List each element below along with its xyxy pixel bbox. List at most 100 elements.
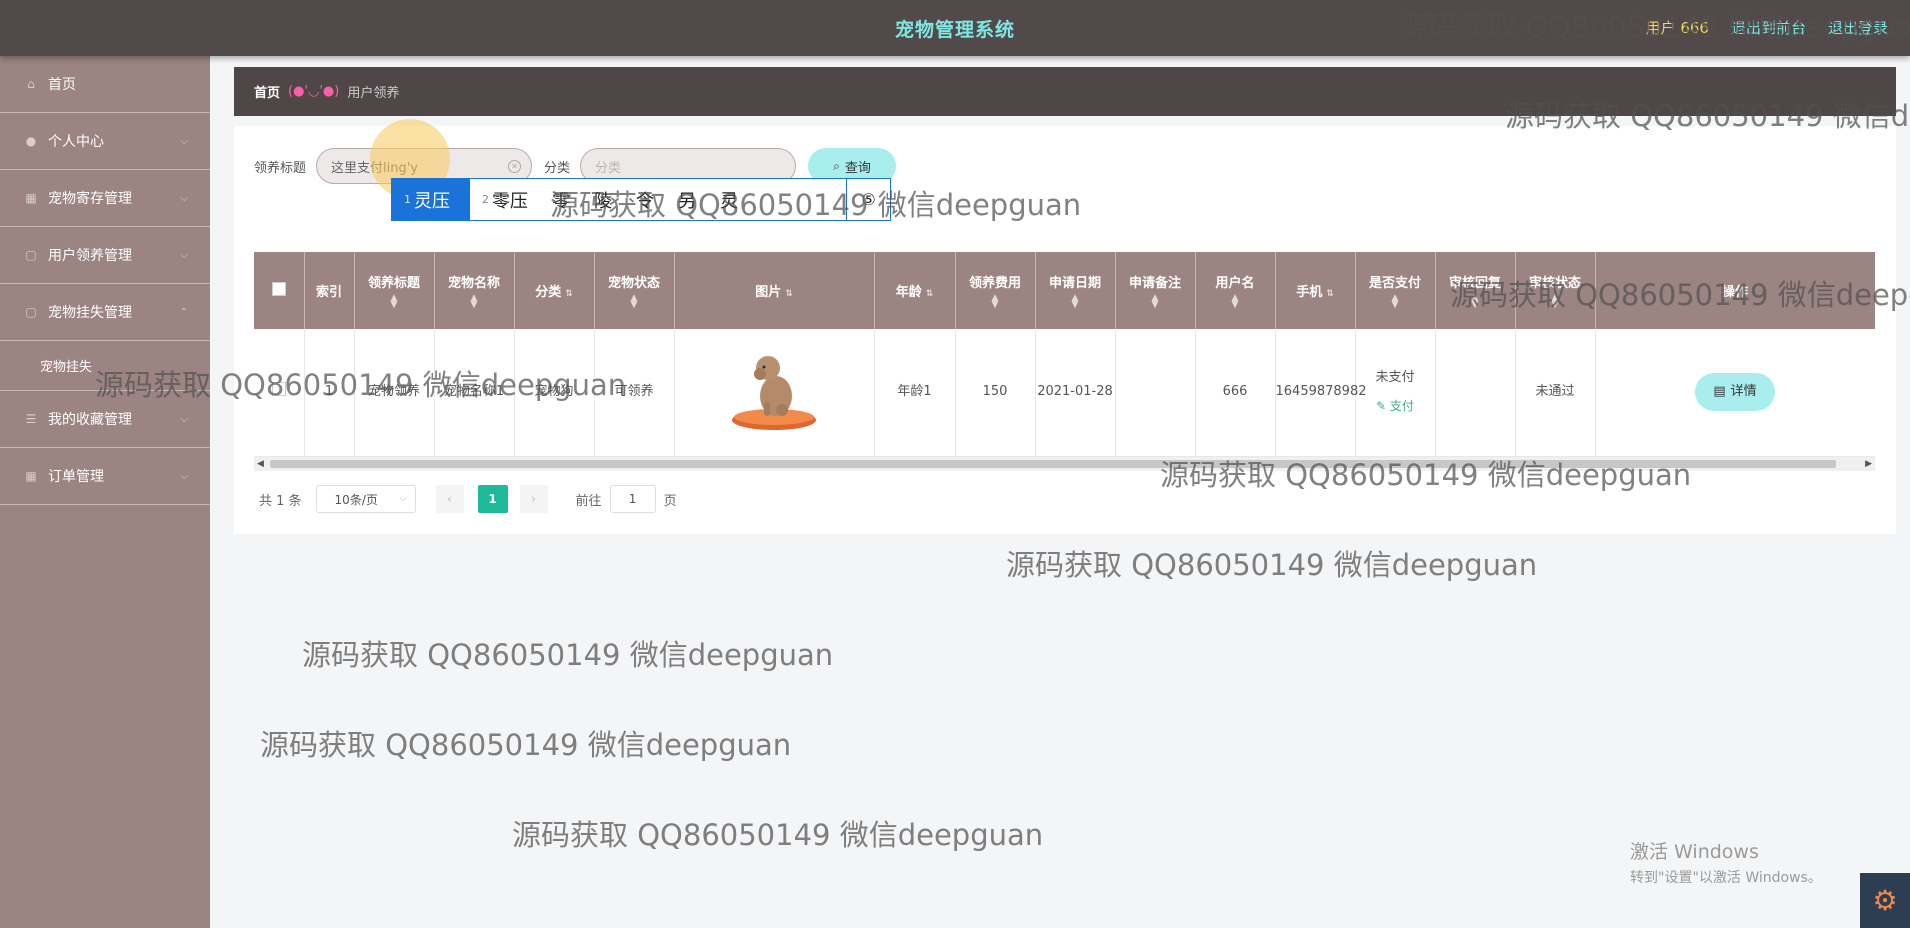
- windows-activation-notice: 激活 Windows 转到"设置"以激活 Windows。: [1630, 837, 1822, 887]
- windows-activation-hint: 转到"设置"以激活 Windows。: [1630, 870, 1822, 886]
- cell-actions: ▤ 详情: [1595, 329, 1875, 457]
- breadcrumb: 首页 (●'◡'●) 用户领养: [234, 67, 1896, 116]
- next-page-button[interactable]: ›: [519, 485, 548, 513]
- sort-icon[interactable]: ▲ ▼: [1356, 294, 1435, 310]
- ime-candidate[interactable]: 陵: [582, 179, 624, 220]
- prev-page-button[interactable]: ‹: [435, 485, 464, 513]
- row-select-cell: [254, 329, 305, 457]
- sort-icon[interactable]: ▲ ▼: [595, 294, 674, 310]
- sort-icon[interactable]: ▲ ▼: [1036, 294, 1115, 310]
- pay-link[interactable]: ✎ 支付: [1356, 396, 1435, 416]
- sidebar-item-orders[interactable]: ▦ 订单管理 ⌵: [0, 448, 210, 505]
- sort-icon[interactable]: ⇅: [785, 289, 793, 299]
- sidebar-item-lost-pet[interactable]: ▢ 宠物挂失管理 ⌃: [0, 284, 210, 341]
- page-suffix: 页: [663, 493, 677, 509]
- sidebar-item-home[interactable]: ⌂ 首页: [0, 56, 210, 113]
- cell-date: 2021-01-28: [1035, 329, 1116, 457]
- sidebar-item-pet-storage[interactable]: ▦ 宠物寄存管理 ⌵: [0, 170, 210, 227]
- total-count: 共 1 条: [259, 493, 302, 509]
- sidebar-item-label: 订单管理: [48, 469, 104, 485]
- cell-phone: 16459878982: [1275, 329, 1366, 457]
- page-size-select[interactable]: 10条/页 ⌵: [315, 485, 416, 513]
- sidebar-item-label: 宠物挂失管理: [48, 305, 132, 321]
- sidebar-item-adoption[interactable]: ▢ 用户领养管理 ⌵: [0, 227, 210, 284]
- horizontal-scrollbar[interactable]: ◀ ▶: [254, 457, 1875, 471]
- sidebar-item-label: 用户领养管理: [48, 248, 132, 264]
- sidebar-item-favorites[interactable]: ☰ 我的收藏管理 ⌵: [0, 391, 210, 448]
- col-audit[interactable]: 审核状态 ▲ ▼: [1515, 252, 1596, 329]
- sort-icon[interactable]: ⇅: [926, 289, 934, 299]
- sort-icon[interactable]: ▲ ▼: [1516, 294, 1595, 310]
- cell-category: 宠物狗: [514, 329, 595, 457]
- sort-icon[interactable]: ▲ ▼: [956, 294, 1035, 310]
- page-number-current[interactable]: 1: [477, 485, 508, 513]
- chevron-down-icon: ⌵: [180, 470, 188, 482]
- sort-icon[interactable]: ⇅: [1326, 289, 1334, 299]
- cell-paid: 未支付 ✎ 支付: [1355, 329, 1436, 457]
- ime-candidate[interactable]: 灵: [708, 179, 750, 220]
- grid-icon: ▦: [25, 191, 37, 205]
- logout-link[interactable]: 退出登录: [1828, 17, 1888, 38]
- ime-candidate[interactable]: 2 零压: [470, 179, 540, 220]
- breadcrumb-current: 用户领养: [347, 86, 400, 101]
- sort-icon[interactable]: ▲ ▼: [1436, 294, 1515, 310]
- sort-icon[interactable]: ▲ ▼: [355, 294, 434, 310]
- watermark: 源码获取 QQ86050149 微信deepguan: [260, 728, 792, 762]
- row-checkbox[interactable]: [271, 381, 286, 396]
- search-icon: ⌕: [833, 158, 840, 173]
- col-category[interactable]: 分类 ⇅: [514, 252, 595, 329]
- chevron-down-icon: ⌵: [180, 249, 188, 261]
- col-reply[interactable]: 审核回复 ▲ ▼: [1435, 252, 1516, 329]
- cell-title: 宠物领养: [354, 329, 435, 457]
- ime-candidate[interactable]: 另: [666, 179, 708, 220]
- cell-age: 年龄1: [874, 329, 956, 457]
- col-date[interactable]: 申请日期 ▲ ▼: [1035, 252, 1116, 329]
- scrollbar-thumb[interactable]: [270, 460, 1836, 468]
- sidebar-subitem-lost-pet[interactable]: 宠物挂失: [0, 341, 210, 391]
- ime-candidate-bar: 1 灵压 2 零压 零 陵 令 另 灵 ⑤: [391, 178, 891, 221]
- edit-icon: ✎: [1376, 399, 1390, 414]
- sidebar-item-profile[interactable]: ● 个人中心 ⌵: [0, 113, 210, 170]
- scroll-right-arrow-icon[interactable]: ▶: [1865, 457, 1872, 471]
- gear-icon[interactable]: ⚙: [1860, 873, 1910, 928]
- col-pet-name[interactable]: 宠物名称 ▲ ▼: [434, 252, 515, 329]
- goto-page-input[interactable]: 1: [609, 485, 656, 513]
- ime-more-button[interactable]: ⑤: [846, 179, 890, 220]
- pet-photo[interactable]: [724, 344, 824, 434]
- breadcrumb-home[interactable]: 首页: [254, 82, 280, 101]
- app-title: 宠物管理系统: [894, 19, 1015, 41]
- sort-icon[interactable]: ▲ ▼: [1196, 294, 1275, 310]
- ime-candidate[interactable]: 零: [540, 179, 582, 220]
- scroll-left-arrow-icon[interactable]: ◀: [257, 457, 264, 471]
- col-fee[interactable]: 领养费用 ▲ ▼: [955, 252, 1036, 329]
- home-icon: ⌂: [27, 77, 35, 91]
- sort-icon[interactable]: ▲ ▼: [435, 294, 514, 310]
- top-header: 宠物管理系统 用户 666 退出到前台 退出登录: [0, 0, 1910, 56]
- col-image[interactable]: 图片 ⇅: [674, 252, 875, 329]
- ime-candidate[interactable]: 令: [624, 179, 666, 220]
- watermark: 源码获取 QQ86050149 微信deepguan: [302, 638, 834, 672]
- list-icon: ☰: [25, 412, 37, 426]
- col-username[interactable]: 用户名 ▲ ▼: [1195, 252, 1276, 329]
- current-user: 用户 666: [1645, 19, 1709, 37]
- sidebar-item-label: 个人中心: [48, 134, 104, 150]
- col-status[interactable]: 宠物状态 ▲ ▼: [594, 252, 675, 329]
- col-actions: 操作: [1595, 252, 1875, 329]
- breadcrumb-separator: (●'◡'●): [288, 84, 340, 99]
- col-age[interactable]: 年龄 ⇅: [874, 252, 956, 329]
- category-search-label: 分类: [544, 160, 571, 176]
- cell-fee: 150: [955, 329, 1036, 457]
- back-to-frontend-link[interactable]: 退出到前台: [1731, 17, 1806, 38]
- col-paid[interactable]: 是否支付 ▲ ▼: [1355, 252, 1436, 329]
- sort-icon[interactable]: ⇅: [565, 289, 573, 299]
- col-phone[interactable]: 手机 ⇅: [1275, 252, 1356, 329]
- table-header-row: 索引 领养标题 ▲ ▼ 宠物名称 ▲ ▼ 分类 ⇅ 宠物状态 ▲ ▼ 图片 ⇅ 年龄 ⇅ 领养费用…: [254, 252, 1875, 329]
- clear-icon[interactable]: ✕: [508, 160, 522, 173]
- sort-icon[interactable]: ▲ ▼: [1116, 294, 1195, 310]
- chevron-up-icon: ⌃: [179, 306, 188, 318]
- col-title[interactable]: 领养标题 ▲ ▼: [354, 252, 435, 329]
- col-remark[interactable]: 申请备注 ▲ ▼: [1115, 252, 1196, 329]
- select-all-checkbox[interactable]: [271, 281, 286, 296]
- detail-button[interactable]: ▤ 详情: [1695, 373, 1775, 412]
- ime-candidate[interactable]: 1 灵压: [392, 179, 470, 220]
